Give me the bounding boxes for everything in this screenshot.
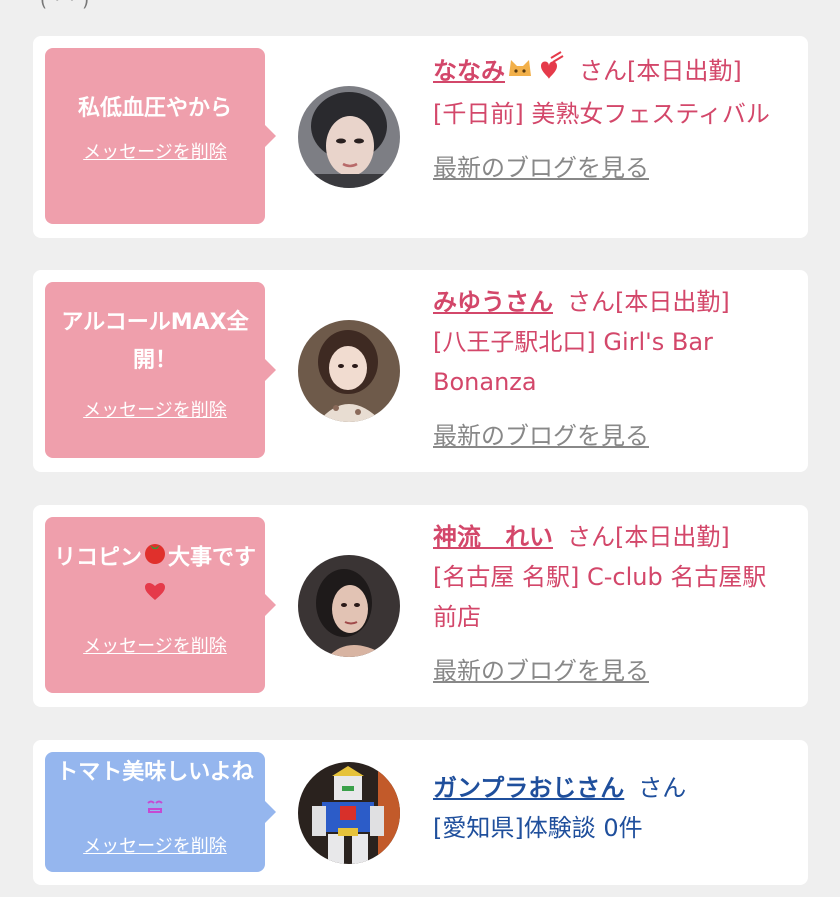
tomato-emoji-icon bbox=[142, 539, 168, 578]
message-text-part: リコピン bbox=[53, 545, 142, 571]
message-card: リコピン 大事です メッセージを削除 神流 れい さん[本日出勤] [名古屋 名駅]… bbox=[33, 505, 808, 707]
delete-message-link[interactable]: メッセージを削除 bbox=[51, 396, 259, 422]
message-text: アルコールMAX全開！ bbox=[61, 310, 249, 373]
profile-info: 神流 れい さん[本日出勤] [名古屋 名駅] C-club 名古屋駅前店 最新の… bbox=[433, 517, 783, 691]
message-text: 私低血圧やから bbox=[77, 96, 232, 121]
message-bubble: 私低血圧やから メッセージを削除 bbox=[45, 48, 276, 224]
profile-info: みゆうさん さん[本日出勤] [八王子駅北口] Girl's Bar Bonanz… bbox=[433, 282, 783, 456]
experience-count: [愛知県]体験談 0件 bbox=[433, 814, 643, 842]
message-card: トマト美味しいよね メッセージを削除 ガンプラおじさん さん [愛知県]体験談 0… bbox=[33, 740, 808, 885]
shop-name: [名古屋 名駅] C-club 名古屋駅前店 bbox=[433, 563, 767, 631]
status-suffix: さん[本日出勤] bbox=[567, 288, 730, 316]
avatar[interactable] bbox=[298, 86, 400, 188]
message-card: 私低血圧やから メッセージを削除 ななみ さん[本日出勤] [千日前] 美熟女フ… bbox=[33, 36, 808, 238]
message-text-part: トマト美味しいよね bbox=[56, 760, 254, 785]
cat-heart-emoji-icon bbox=[505, 50, 565, 94]
message-card: アルコールMAX全開！ メッセージを削除 みゆうさん さん[本日出勤] [八王子駅… bbox=[33, 270, 808, 472]
message-bubble: リコピン 大事です メッセージを削除 bbox=[45, 517, 276, 693]
profile-info: ななみ さん[本日出勤] [千日前] 美熟女フェスティバル 最新のブログを見る bbox=[433, 50, 783, 188]
avatar[interactable] bbox=[298, 762, 400, 864]
message-text: トマト美味しいよね bbox=[51, 754, 259, 830]
profile-name-link[interactable]: 神流 れい bbox=[433, 523, 553, 551]
message-text-part: 大事です bbox=[168, 545, 257, 571]
delete-message-link[interactable]: メッセージを削除 bbox=[51, 632, 259, 658]
shop-name: [千日前] 美熟女フェスティバル bbox=[433, 100, 770, 128]
smile-emoji-icon bbox=[144, 792, 166, 830]
avatar[interactable] bbox=[298, 320, 400, 422]
status-suffix: さん[本日出勤] bbox=[567, 523, 730, 551]
delete-message-link[interactable]: メッセージを削除 bbox=[51, 832, 259, 858]
message-bubble: トマト美味しいよね メッセージを削除 bbox=[45, 752, 276, 872]
shop-name: [八王子駅北口] Girl's Bar Bonanza bbox=[433, 328, 713, 396]
woman-portrait-icon bbox=[298, 320, 400, 422]
latest-blog-link[interactable]: 最新のブログを見る bbox=[433, 416, 649, 456]
previous-content-fragment: ( ･ ･ ) bbox=[40, 0, 90, 11]
avatar[interactable] bbox=[298, 555, 400, 657]
latest-blog-link[interactable]: 最新のブログを見る bbox=[433, 148, 649, 188]
profile-info: ガンプラおじさん さん [愛知県]体験談 0件 bbox=[433, 768, 783, 848]
message-text: リコピン 大事です bbox=[51, 539, 259, 616]
profile-name-link[interactable]: みゆうさん bbox=[433, 288, 553, 316]
profile-name-link[interactable]: ななみ bbox=[433, 57, 505, 85]
status-suffix: さん bbox=[638, 774, 687, 802]
profile-name-link[interactable]: ガンプラおじさん bbox=[433, 774, 624, 802]
woman-portrait-icon bbox=[298, 86, 400, 188]
status-suffix: さん[本日出勤] bbox=[579, 57, 742, 85]
gundam-figure-icon bbox=[298, 762, 400, 864]
woman-portrait-icon bbox=[298, 555, 400, 657]
delete-message-link[interactable]: メッセージを削除 bbox=[51, 138, 259, 164]
message-bubble: アルコールMAX全開！ メッセージを削除 bbox=[45, 282, 276, 458]
latest-blog-link[interactable]: 最新のブログを見る bbox=[433, 651, 649, 691]
heart-emoji-icon bbox=[143, 578, 167, 616]
